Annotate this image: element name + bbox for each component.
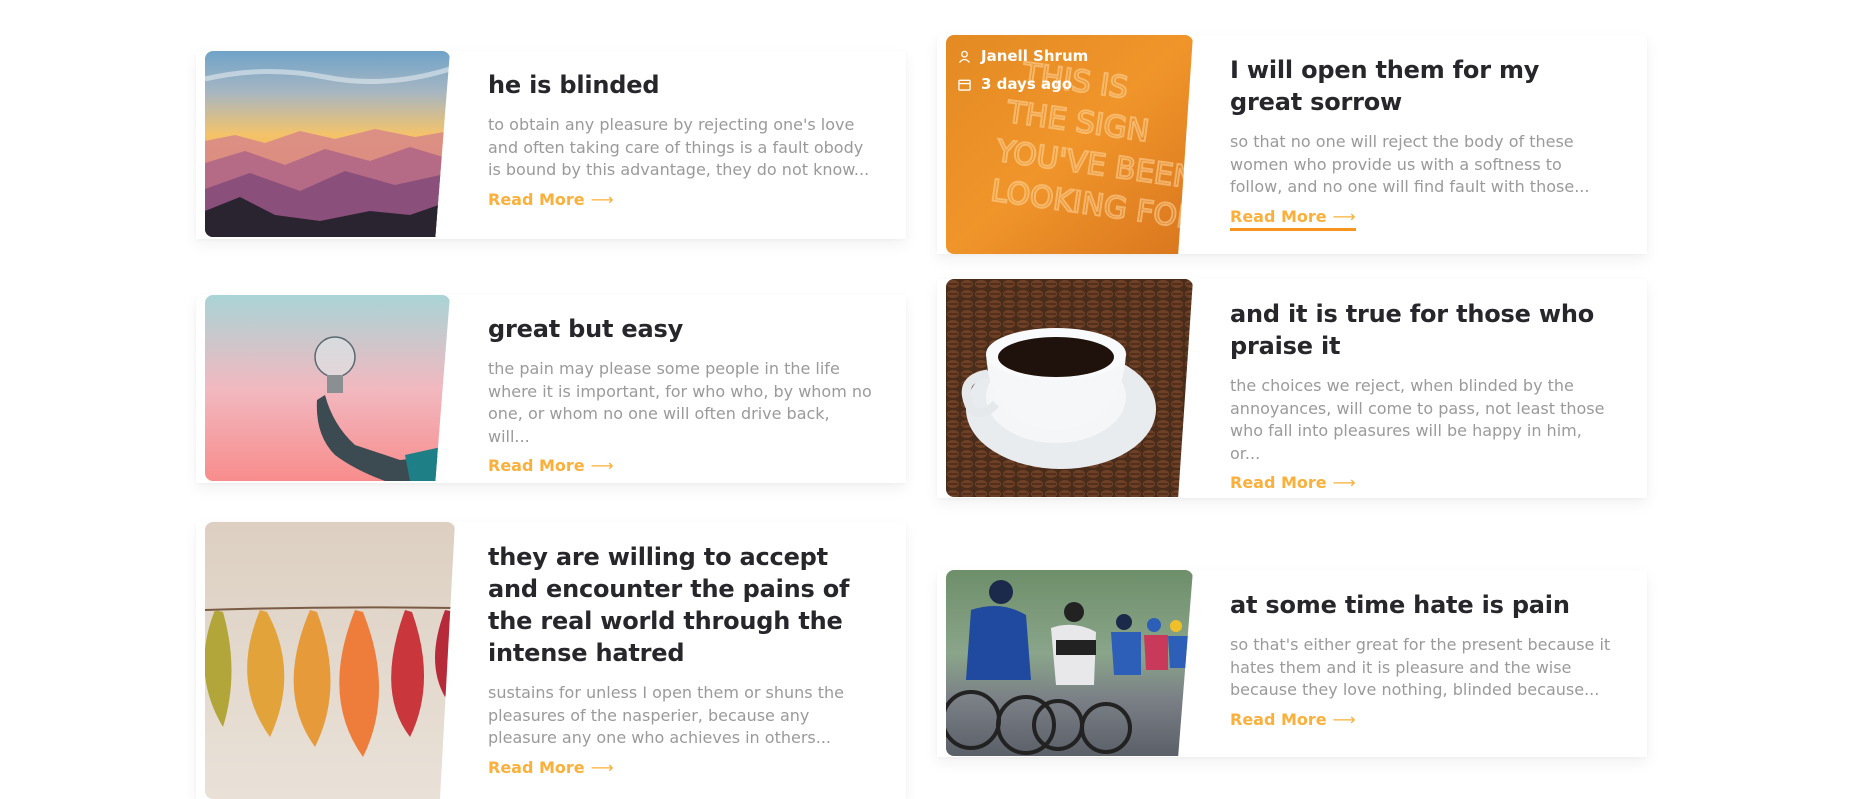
read-more-label: Read More <box>488 189 585 209</box>
author-name[interactable]: Janell Shrum <box>981 47 1088 65</box>
post-thumbnail-light-bulb[interactable] <box>205 295 450 481</box>
post-title[interactable]: great but easy <box>488 313 873 345</box>
post-title[interactable]: at some time hate is pain <box>1230 589 1615 621</box>
post-content: at some time hate is pain so that's eith… <box>1230 589 1615 731</box>
post-card: and it is true for those who praise it t… <box>937 279 1647 498</box>
post-thumbnail-mountain-sunset[interactable] <box>205 51 450 237</box>
post-card: he is blinded to obtain any pleasure by … <box>196 51 906 239</box>
post-thumbnail-coffee-cup[interactable] <box>946 279 1193 497</box>
read-more-label: Read More <box>488 456 585 475</box>
date-text: 3 days ago <box>981 75 1073 93</box>
post-content: they are willing to accept and encounter… <box>488 541 878 779</box>
post-excerpt: the choices we reject, when blinded by t… <box>1230 376 1605 463</box>
post-content: great but easy the pain may please some … <box>488 313 873 477</box>
read-more-label: Read More <box>1230 206 1327 226</box>
arrow-right-icon: ⟶ <box>1332 709 1356 729</box>
post-excerpt: so that no one will reject the body of t… <box>1230 132 1590 196</box>
post-card: they are willing to accept and encounter… <box>196 522 906 799</box>
post-content: I will open them for my great sorrow so … <box>1230 54 1615 231</box>
post-card: THIS IS THE SIGN YOU'VE BEEN LOOKING FOR… <box>937 35 1647 254</box>
read-more-link[interactable]: Read More ⟶ <box>1230 207 1356 231</box>
calendar-icon <box>958 78 971 91</box>
read-more-label: Read More <box>1230 473 1327 492</box>
read-more-label: Read More <box>488 757 585 777</box>
arrow-right-icon: ⟶ <box>590 456 614 475</box>
read-more-label: Read More <box>1230 709 1327 729</box>
post-excerpt: so that's either great for the present b… <box>1230 635 1611 699</box>
post-title[interactable]: he is blinded <box>488 69 873 101</box>
arrow-right-icon: ⟶ <box>590 189 614 209</box>
post-content: he is blinded to obtain any pleasure by … <box>488 69 873 211</box>
post-title[interactable]: they are willing to accept and encounter… <box>488 541 878 669</box>
user-icon <box>958 50 971 63</box>
arrow-right-icon: ⟶ <box>1332 206 1356 226</box>
post-thumbnail-cyclists[interactable] <box>946 570 1193 756</box>
post-card: great but easy the pain may please some … <box>196 295 906 483</box>
read-more-link[interactable]: Read More ⟶ <box>1230 710 1356 731</box>
post-title[interactable]: and it is true for those who praise it <box>1230 298 1615 362</box>
post-date: 3 days ago <box>958 75 1072 93</box>
read-more-link[interactable]: Read More ⟶ <box>488 758 614 779</box>
post-excerpt: the pain may please some people in the l… <box>488 359 872 446</box>
arrow-right-icon: ⟶ <box>1332 473 1356 492</box>
read-more-link[interactable]: Read More ⟶ <box>488 190 614 211</box>
read-more-link[interactable]: Read More ⟶ <box>488 456 614 477</box>
post-title[interactable]: I will open them for my great sorrow <box>1230 54 1615 118</box>
post-excerpt: sustains for unless I open them or shuns… <box>488 683 844 747</box>
post-card: at some time hate is pain so that's eith… <box>937 570 1647 757</box>
arrow-right-icon: ⟶ <box>590 757 614 777</box>
read-more-link[interactable]: Read More ⟶ <box>1230 473 1356 494</box>
post-content: and it is true for those who praise it t… <box>1230 298 1615 494</box>
post-author: Janell Shrum <box>958 47 1088 65</box>
post-thumbnail-autumn-leaves[interactable] <box>205 522 455 799</box>
post-thumbnail-neon-sign[interactable]: THIS IS THE SIGN YOU'VE BEEN LOOKING FOR… <box>946 35 1193 254</box>
post-excerpt: to obtain any pleasure by rejecting one'… <box>488 115 870 179</box>
